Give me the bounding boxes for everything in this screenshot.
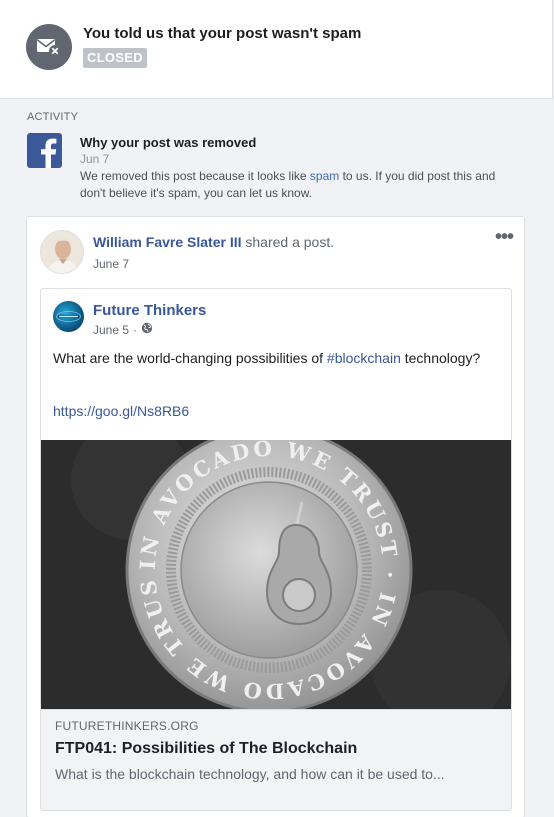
link-preview-image[interactable]: IN AVOCADO WE TRUST · IN AVOCADO WE TRUS… [41, 440, 511, 709]
envelope-x-icon [26, 24, 72, 70]
link-preview-meta[interactable]: FUTURETHINKERS.ORG FTP041: Possibilities… [41, 709, 511, 810]
original-post-meta: June 5 · [93, 322, 153, 337]
notice-title: You told us that your post wasn't spam [83, 25, 362, 42]
post-url-link[interactable]: https://goo.gl/Ns8RB6 [53, 403, 189, 419]
post-text-part-2: technology? [400, 350, 481, 366]
globe-icon [141, 322, 153, 337]
link-domain: FUTURETHINKERS.ORG [55, 719, 199, 733]
post-text: What are the world-changing possibilitie… [53, 348, 493, 369]
facebook-logo-icon [27, 133, 62, 168]
author-avatar[interactable] [40, 230, 84, 274]
ellipsis-icon[interactable]: ••• [495, 227, 514, 247]
author-name-link[interactable]: William Favre Slater III [93, 234, 242, 250]
hashtag-link[interactable]: #blockchain [327, 350, 401, 366]
activity-date: Jun 7 [80, 152, 110, 166]
activity-desc-text: We removed this post because it looks li… [80, 169, 310, 183]
activity-label: ACTIVITY [27, 111, 79, 123]
shared-post-card: William Favre Slater III shared a post. … [26, 216, 525, 817]
share-date[interactable]: June 7 [93, 257, 129, 271]
notice-header: You told us that your post wasn't spam C… [0, 0, 553, 99]
original-post: Future Thinkers June 5 · What are the wo… [40, 288, 512, 811]
status-badge: CLOSED [83, 48, 147, 68]
activity-title: Why your post was removed [80, 135, 257, 150]
meta-separator: · [133, 322, 138, 337]
spam-link[interactable]: spam [310, 169, 339, 183]
share-action-text: shared a post. [241, 234, 335, 250]
page-name-link[interactable]: Future Thinkers [93, 302, 206, 319]
page-avatar[interactable] [53, 301, 84, 332]
original-post-date[interactable]: June 5 [93, 323, 129, 337]
activity-description: We removed this post because it looks li… [80, 168, 520, 202]
link-description: What is the blockchain technology, and h… [55, 766, 445, 782]
post-text-part: What are the world-changing possibilitie… [53, 350, 327, 366]
share-author-line: William Favre Slater III shared a post. [93, 234, 334, 250]
link-title[interactable]: FTP041: Possibilities of The Blockchain [55, 740, 357, 758]
